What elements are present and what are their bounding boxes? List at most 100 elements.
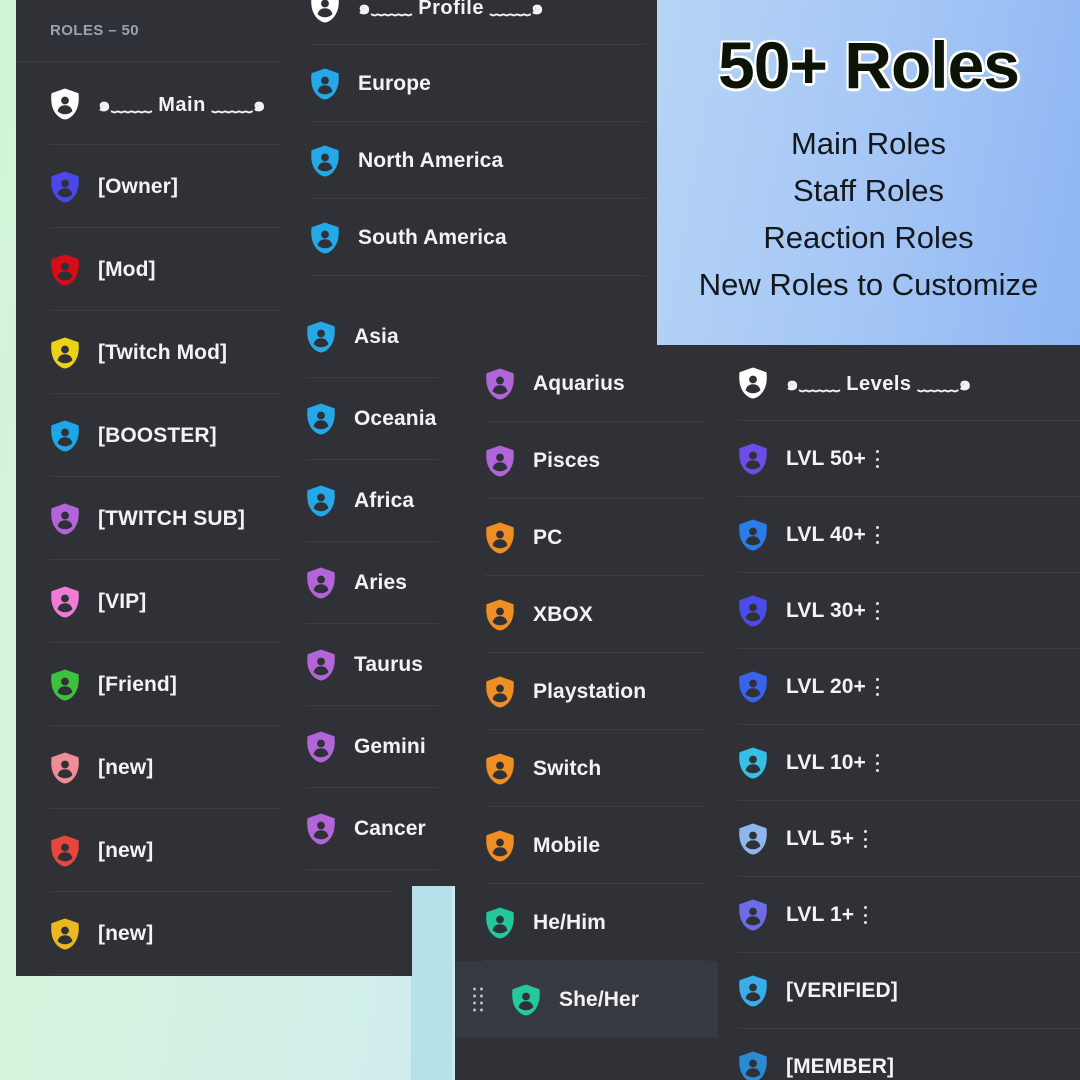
shield-person-icon xyxy=(738,899,768,931)
more-options-icon[interactable] xyxy=(875,678,879,696)
role-label: [VERIFIED] xyxy=(786,979,898,1002)
shield-person-icon xyxy=(738,519,768,551)
shield-person-icon xyxy=(738,747,768,779)
shield-person-icon xyxy=(50,835,80,867)
shield-person-icon xyxy=(50,254,80,286)
role-row[interactable]: LVL 50+ xyxy=(718,421,1080,497)
banner-feature-line: Main Roles xyxy=(790,125,947,161)
more-options-icon[interactable] xyxy=(875,754,879,772)
role-row[interactable]: XBOX xyxy=(455,576,720,653)
role-label: Cancer xyxy=(354,817,426,840)
profile-panel-narrow: Asia Oceania Africa Aries Taurus Gemini Cancer xyxy=(280,296,455,886)
shield-person-icon xyxy=(485,445,515,477)
roles-count-label: ROLES – 50 xyxy=(50,22,140,39)
role-label: [Owner] xyxy=(98,174,179,198)
shield-person-icon xyxy=(485,676,515,708)
role-label: [new] xyxy=(98,755,154,779)
shield-person-icon xyxy=(306,813,336,845)
shield-person-icon xyxy=(738,595,768,627)
role-row[interactable]: PC xyxy=(455,499,720,576)
role-row[interactable]: Pisces xyxy=(455,422,720,499)
role-row[interactable]: [new] xyxy=(16,892,412,975)
role-row[interactable]: Switch xyxy=(455,730,720,807)
role-row[interactable]: He/Him xyxy=(455,884,720,961)
shield-person-icon xyxy=(50,669,80,701)
panel-title-row: ๑﹏﹏ Profile ﹏﹏๑ xyxy=(280,0,660,45)
more-options-icon[interactable] xyxy=(875,450,879,468)
role-label: He/Him xyxy=(533,910,606,934)
shield-person-icon xyxy=(485,907,515,939)
role-row[interactable]: Aries xyxy=(280,542,455,624)
role-row[interactable]: Oceania xyxy=(280,378,455,460)
role-label: Pisces xyxy=(533,448,601,472)
role-row[interactable]: [MEMBER] xyxy=(718,1029,1080,1080)
more-options-icon[interactable] xyxy=(875,602,879,620)
zodiac-platform-panel: Aquarius Pisces PC XBOX Playstation Switch Mob… xyxy=(455,345,720,1080)
role-label: Asia xyxy=(354,325,399,348)
role-label: Switch xyxy=(533,756,602,780)
role-label: She/Her xyxy=(559,987,640,1011)
role-row[interactable]: LVL 1+ xyxy=(718,877,1080,953)
role-label: LVL 10+ xyxy=(786,751,866,774)
profile-panel-wide: ๑﹏﹏ Profile ﹏﹏๑ Europe North America South… xyxy=(280,0,660,346)
panel-title-label: ๑﹏﹏ Profile ﹏﹏๑ xyxy=(358,0,545,19)
shield-person-icon xyxy=(485,599,515,631)
more-options-icon[interactable] xyxy=(864,906,868,924)
role-row[interactable]: Aquarius xyxy=(455,345,720,422)
banner-feature-list: Main Roles Staff Roles Reaction Roles New R… xyxy=(699,120,1038,308)
role-label: [Friend] xyxy=(98,672,177,696)
shield-person-icon xyxy=(310,145,340,177)
shield-person-icon xyxy=(310,0,340,23)
shield-person-icon xyxy=(485,368,515,400)
drag-handle-icon[interactable] xyxy=(473,987,484,1012)
banner-title: 50+ Roles xyxy=(717,28,1020,102)
more-options-icon[interactable] xyxy=(864,830,868,848)
shield-person-icon xyxy=(50,586,80,618)
role-label: Playstation xyxy=(533,679,647,703)
role-label: Oceania xyxy=(354,407,437,430)
banner-feature-line: New Roles to Customize xyxy=(698,267,1039,303)
shield-person-icon xyxy=(306,649,336,681)
shield-person-icon xyxy=(310,68,340,100)
role-row[interactable]: Mobile xyxy=(455,807,720,884)
role-row[interactable]: Taurus xyxy=(280,624,455,706)
role-row[interactable]: North America xyxy=(280,122,660,199)
shield-person-icon xyxy=(50,918,80,950)
panel-title-label: ๑﹏﹏ Main ﹏﹏๑ xyxy=(98,93,267,116)
role-label: Aries xyxy=(354,571,408,594)
role-label: [MEMBER] xyxy=(786,1055,895,1078)
more-options-icon[interactable] xyxy=(875,526,879,544)
role-row[interactable]: Europe xyxy=(280,45,660,122)
role-row[interactable]: LVL 30+ xyxy=(718,573,1080,649)
banner-feature-line: Staff Roles xyxy=(792,173,945,208)
role-label: [BOOSTER] xyxy=(98,423,217,447)
role-row[interactable]: LVL 10+ xyxy=(718,725,1080,801)
role-row[interactable]: Africa xyxy=(280,460,455,542)
role-row[interactable]: Cancer xyxy=(280,788,455,870)
role-row[interactable]: South America xyxy=(280,199,660,276)
shield-person-icon xyxy=(738,823,768,855)
role-label: [TWITCH SUB] xyxy=(98,506,246,530)
role-label: [Twitch Mod] xyxy=(98,340,228,364)
shield-person-icon xyxy=(738,443,768,475)
shield-person-icon xyxy=(485,830,515,862)
role-row[interactable]: LVL 20+ xyxy=(718,649,1080,725)
role-row[interactable]: Playstation xyxy=(455,653,720,730)
shield-person-icon xyxy=(306,321,336,353)
role-row[interactable]: Asia xyxy=(280,296,455,378)
role-label: North America xyxy=(358,148,504,172)
shield-person-icon xyxy=(306,731,336,763)
role-row[interactable]: LVL 5+ xyxy=(718,801,1080,877)
role-label: LVL 40+ xyxy=(786,523,866,546)
role-label: [new] xyxy=(98,838,154,862)
role-row[interactable]: LVL 40+ xyxy=(718,497,1080,573)
promo-banner: 50+ Roles Main Roles Staff Roles Reaction … xyxy=(657,0,1080,345)
role-label: South America xyxy=(358,225,507,249)
shield-person-icon xyxy=(306,485,336,517)
role-row[interactable]: [VERIFIED] xyxy=(718,953,1080,1029)
role-row[interactable]: She/Her xyxy=(455,961,720,1038)
role-label: LVL 1+ xyxy=(786,903,855,926)
banner-feature-line: Reaction Roles xyxy=(763,220,974,256)
role-row[interactable]: Gemini xyxy=(280,706,455,788)
role-label: PC xyxy=(533,525,563,549)
